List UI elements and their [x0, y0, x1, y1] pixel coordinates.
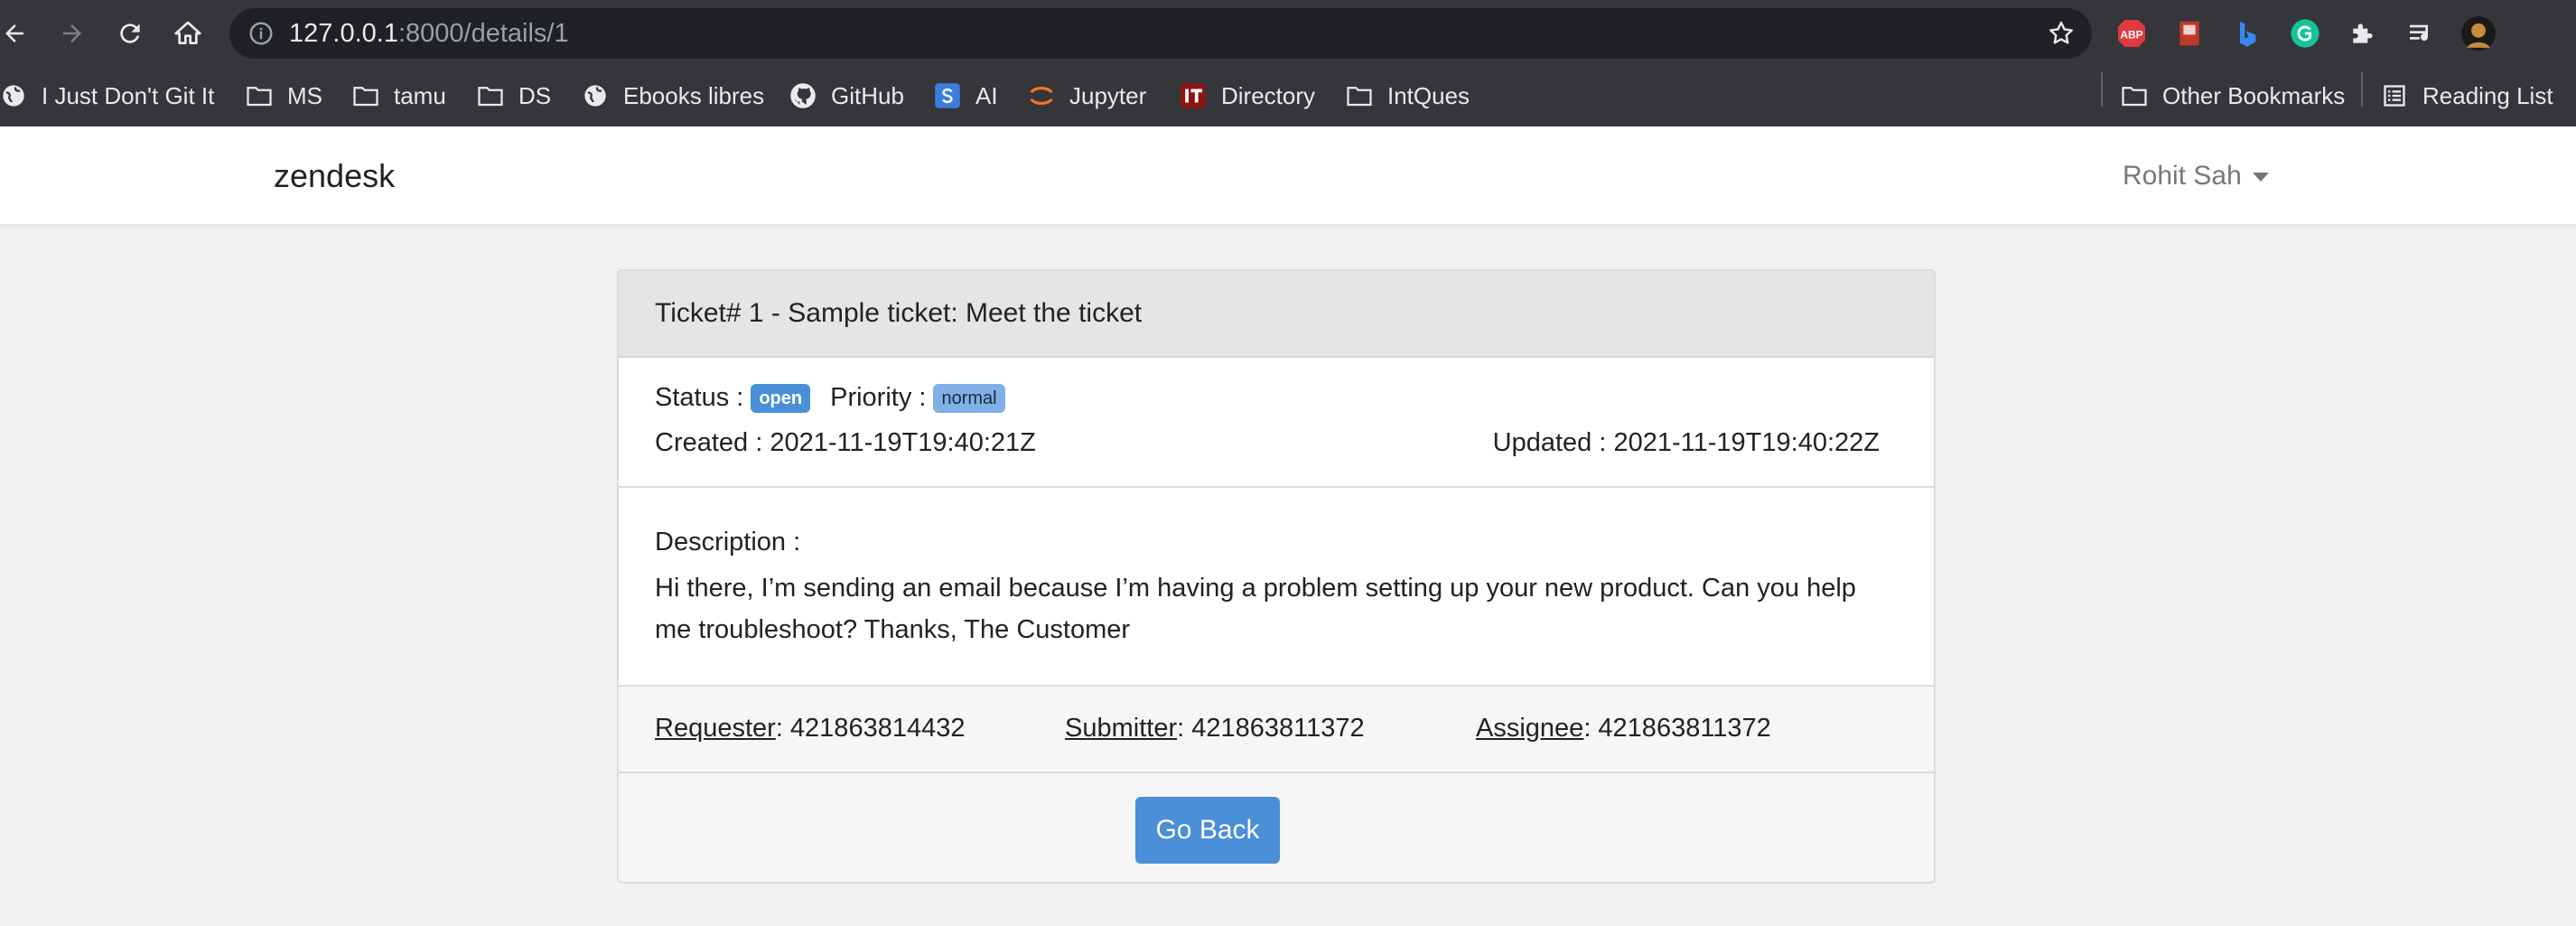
- requester-field: Requester: 421863814432: [655, 714, 965, 744]
- description-label: Description :: [655, 528, 801, 557]
- it-badge-icon: [1180, 82, 1207, 109]
- bookmark-label: tamu: [394, 81, 446, 109]
- back-arrow-icon[interactable]: [0, 15, 33, 51]
- bookmark-label: Ebooks libres: [623, 81, 765, 109]
- brand-logo-text[interactable]: zendesk: [274, 157, 395, 195]
- status-label: Status :: [655, 383, 744, 412]
- forward-arrow-icon[interactable]: [54, 15, 90, 51]
- reading-list-label: Reading List: [2422, 81, 2553, 109]
- github-icon: [789, 82, 817, 109]
- media-queue-icon[interactable]: [2403, 16, 2438, 51]
- created-timestamp: Created : 2021-11-19T19:40:21Z: [655, 428, 1036, 457]
- people-section: Requester: 421863814432 Submitter: 42186…: [619, 687, 1934, 773]
- status-row: Status : open Priority : normal: [655, 383, 1005, 413]
- ticket-meta-section: Status : open Priority : normal Created …: [619, 358, 1934, 488]
- description-section: Description : Hi there, I’m sending an e…: [619, 488, 1934, 687]
- submitter-label: Submitter: [1065, 714, 1178, 743]
- bookmark-label: AI: [975, 81, 998, 109]
- bookmark-label: GitHub: [831, 81, 904, 109]
- assignee-field: Assignee: 421863811372: [1476, 714, 1771, 744]
- priority-label: Priority :: [830, 383, 927, 412]
- other-bookmarks-label: Other Bookmarks: [2162, 81, 2346, 109]
- bookmark-ds[interactable]: DS: [477, 80, 551, 112]
- submitter-value: : 421863811372: [1177, 714, 1365, 743]
- abp-icon[interactable]: ABP: [2114, 16, 2149, 51]
- browser-chrome: 127.0.0.1:8000/details/1 ABP I Just Don'…: [0, 0, 2576, 126]
- browser-toolbar: 127.0.0.1:8000/details/1 ABP: [0, 0, 2576, 67]
- bookmark-label: Directory: [1221, 81, 1316, 109]
- bookmark-directory[interactable]: Directory: [1180, 80, 1315, 112]
- url-host: 127.0.0.1: [289, 19, 398, 48]
- submitter-field: Submitter: 421863811372: [1065, 714, 1365, 744]
- go-back-button[interactable]: Go Back: [1135, 797, 1280, 864]
- s-badge-icon: [934, 82, 961, 109]
- folder-icon: [1346, 82, 1373, 109]
- folder-icon: [352, 82, 379, 109]
- reading-list[interactable]: Reading List: [2381, 80, 2553, 112]
- ticket-card: Ticket# 1 - Sample ticket: Meet the tick…: [617, 269, 1936, 884]
- globe-icon: [582, 82, 609, 109]
- bookmarks-bar: I Just Don't Git It MS tamu DS Ebooks li…: [0, 67, 2576, 126]
- bookmarks-divider: [2361, 72, 2363, 107]
- address-bar[interactable]: 127.0.0.1:8000/details/1: [229, 8, 2092, 59]
- user-menu-dropdown[interactable]: Rohit Sah: [2123, 161, 2269, 192]
- priority-badge: normal: [933, 383, 1005, 413]
- reload-icon[interactable]: [112, 15, 148, 51]
- home-icon[interactable]: [170, 15, 206, 51]
- bookmark-jupyter[interactable]: Jupyter: [1028, 80, 1146, 112]
- assignee-value: : 421863811372: [1583, 714, 1771, 743]
- profile-avatar[interactable]: [2461, 16, 2496, 51]
- description-text: Hi there, I’m sending an email because I…: [655, 574, 1856, 644]
- bookmark-tamu[interactable]: tamu: [352, 80, 446, 112]
- url-path: :8000/details/1: [397, 19, 569, 48]
- assignee-label: Assignee: [1476, 714, 1584, 743]
- pdf-icon[interactable]: [2172, 16, 2207, 51]
- top-navbar: zendesk Rohit Sah: [0, 126, 2576, 226]
- site-info-icon[interactable]: [247, 20, 275, 47]
- jupyter-icon: [1028, 82, 1055, 109]
- grammarly-icon[interactable]: [2288, 16, 2322, 51]
- updated-timestamp: Updated : 2021-11-19T19:40:22Z: [1492, 428, 1880, 457]
- bookmark-label: I Just Don't Git It: [42, 81, 215, 109]
- other-bookmarks[interactable]: Other Bookmarks: [2121, 80, 2345, 112]
- bookmark-label: IntQues: [1387, 81, 1470, 109]
- user-name: Rohit Sah: [2123, 161, 2242, 191]
- bookmark-label: MS: [287, 81, 322, 109]
- actions-section: Go Back: [619, 773, 1934, 882]
- bookmarks-divider: [2101, 72, 2103, 107]
- bookmark-ebooks-libres[interactable]: Ebooks libres: [582, 80, 764, 112]
- requester-value: : 421863814432: [775, 714, 966, 743]
- bing-icon[interactable]: [2230, 16, 2264, 51]
- bookmark-github[interactable]: GitHub: [789, 80, 904, 112]
- bookmark-ms[interactable]: MS: [246, 80, 322, 112]
- puzzle-icon[interactable]: [2346, 16, 2380, 51]
- status-badge: open: [751, 383, 811, 413]
- abp-label: ABP: [2120, 28, 2142, 41]
- folder-icon: [246, 82, 273, 109]
- globe-icon: [0, 82, 27, 109]
- bookmark-intques[interactable]: IntQues: [1346, 80, 1470, 112]
- bookmark-star-icon[interactable]: [2047, 19, 2076, 48]
- bookmark-label: DS: [518, 81, 552, 109]
- folder-icon: [477, 82, 504, 109]
- caret-down-icon: [2252, 173, 2269, 182]
- ticket-title: Ticket# 1 - Sample ticket: Meet the tick…: [619, 271, 1934, 358]
- folder-icon: [2121, 82, 2148, 109]
- reading-list-icon: [2381, 82, 2408, 109]
- url-text: 127.0.0.1:8000/details/1: [289, 20, 569, 47]
- bookmark-label: Jupyter: [1069, 81, 1147, 109]
- bookmark-i-just-dont-git-it[interactable]: I Just Don't Git It: [0, 80, 214, 112]
- bookmark-ai[interactable]: AI: [934, 80, 998, 112]
- requester-label: Requester: [655, 714, 776, 743]
